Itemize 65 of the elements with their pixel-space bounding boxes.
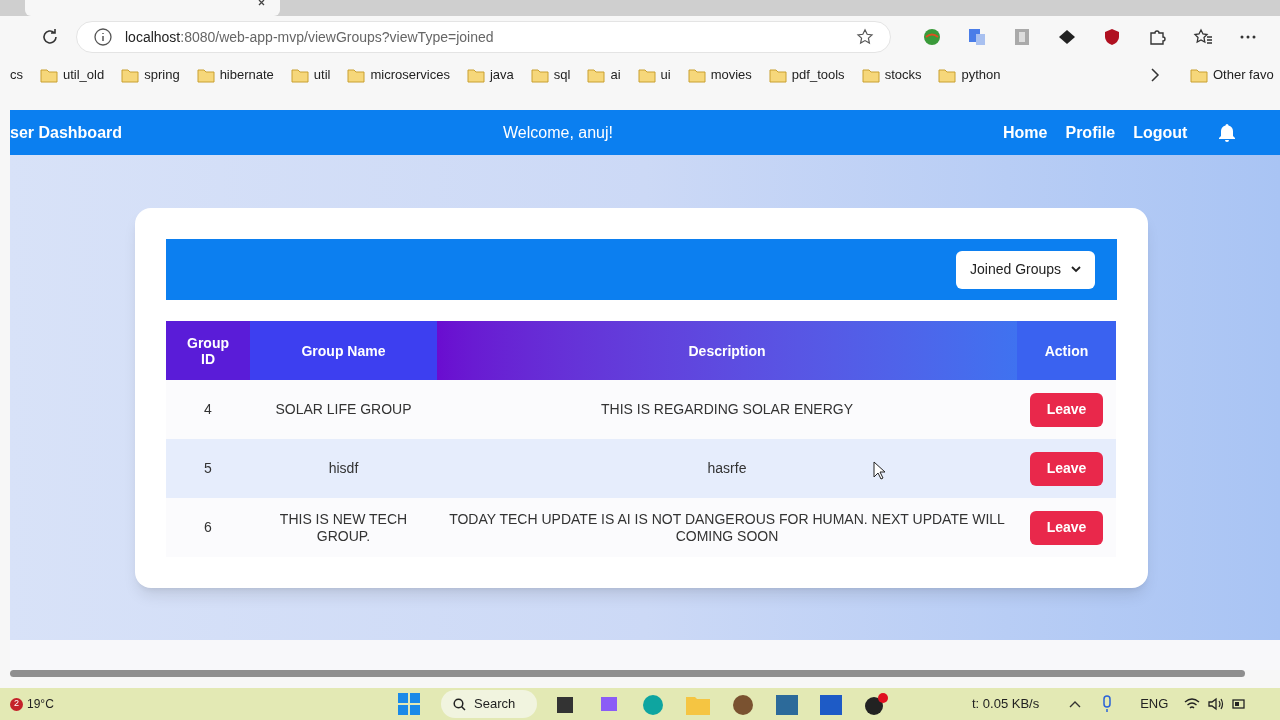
temperature-text: 19°C <box>27 696 55 713</box>
chevron-right-icon[interactable] <box>1150 68 1160 82</box>
bookmark-link[interactable]: pdf_tools <box>791 65 845 85</box>
chevron-up-icon[interactable] <box>1069 700 1082 708</box>
nav-link[interactable]: Profile <box>1065 120 1116 145</box>
taskbar-search[interactable]: Search <box>441 690 537 718</box>
table-cell: hasrfe <box>707 460 747 476</box>
bookmark-link[interactable]: ui <box>660 65 671 85</box>
search-icon <box>453 697 466 711</box>
globe-icon[interactable] <box>923 28 941 46</box>
puzzle-icon[interactable] <box>1148 28 1166 46</box>
welcome-text: Welcome, anuj! <box>503 122 614 143</box>
star-icon[interactable] <box>856 28 874 46</box>
bookmark-link[interactable]: microservices <box>370 65 450 85</box>
bookmark-link[interactable]: Other favo <box>1213 65 1274 85</box>
table-cell: SOLAR LIFE GROUP <box>275 401 412 417</box>
bookmark-link[interactable]: sql <box>553 65 571 85</box>
bell-icon[interactable] <box>1217 122 1238 143</box>
info-icon <box>93 27 113 47</box>
battery-icon[interactable] <box>1232 697 1247 711</box>
column-header: Group Name <box>250 321 437 380</box>
brand-title: ser Dashboard <box>10 122 124 143</box>
bookmark-link[interactable]: ai <box>610 65 621 85</box>
shield-icon[interactable] <box>1103 28 1121 46</box>
bookmark-link[interactable]: hibernate <box>219 65 274 85</box>
bookmark-link[interactable]: python <box>961 65 1001 85</box>
bookmark-link[interactable]: movies <box>710 65 752 85</box>
group-filter-dropdown[interactable]: Joined Groups <box>956 250 1095 289</box>
bookmark-link[interactable]: util <box>313 65 331 85</box>
column-header: Action <box>1017 321 1116 380</box>
address-bar[interactable]: localhost:8080/web-app-mvp/viewGroups?viewType=joined <box>76 21 891 53</box>
table-cell: hisdf <box>328 460 359 476</box>
windows-icon[interactable] <box>397 692 421 716</box>
network-speed-text: t: 0.05 KB/s <box>972 695 1040 714</box>
refresh-icon[interactable] <box>40 27 60 47</box>
language-indicator[interactable]: ENG <box>1140 694 1169 714</box>
url-text: localhost:8080/web-app-mvp/viewGroups?viewType=joined <box>125 27 495 47</box>
column-header: Description <box>437 321 1017 380</box>
favorites-icon[interactable] <box>1193 28 1213 46</box>
table-cell: 6 <box>204 519 212 535</box>
notification-badge: 2 <box>10 697 23 711</box>
scrollbar[interactable] <box>10 670 1245 677</box>
translate-icon[interactable] <box>968 28 986 46</box>
bookmark-link[interactable]: spring <box>144 65 180 85</box>
table-cell: THIS IS NEW TECH GROUP. <box>279 510 408 544</box>
leave-button[interactable]: Leave <box>1030 510 1103 545</box>
bookmark-link[interactable]: util_old <box>63 65 105 85</box>
nav-link[interactable]: Logout <box>1133 120 1188 145</box>
column-header: Group ID <box>166 321 250 380</box>
table-cell: 5 <box>204 460 212 476</box>
bookmark-link[interactable]: cs <box>10 65 23 85</box>
wifi-icon[interactable] <box>1184 697 1201 711</box>
leave-button[interactable]: Leave <box>1030 451 1103 486</box>
bookmark-link[interactable]: java <box>489 65 514 85</box>
more-icon[interactable] <box>1240 35 1256 39</box>
microphone-icon[interactable] <box>1101 695 1114 713</box>
nav-link[interactable]: Home <box>1003 120 1048 145</box>
table-cell: 4 <box>204 401 212 417</box>
mouse-cursor-icon <box>873 461 886 480</box>
bookmark-link[interactable]: stocks <box>884 65 922 85</box>
speaker-icon[interactable] <box>1208 697 1225 711</box>
chevron-down-icon <box>1071 266 1081 273</box>
table-cell: TODAY TECH UPDATE IS AI IS NOT DANGEROUS FOR HUMAN. NEXT UPDATE WILL COMING SOON <box>449 510 1005 544</box>
table-cell: THIS IS REGARDING SOLAR ENERGY <box>600 401 854 417</box>
leave-button[interactable]: Leave <box>1030 392 1103 427</box>
